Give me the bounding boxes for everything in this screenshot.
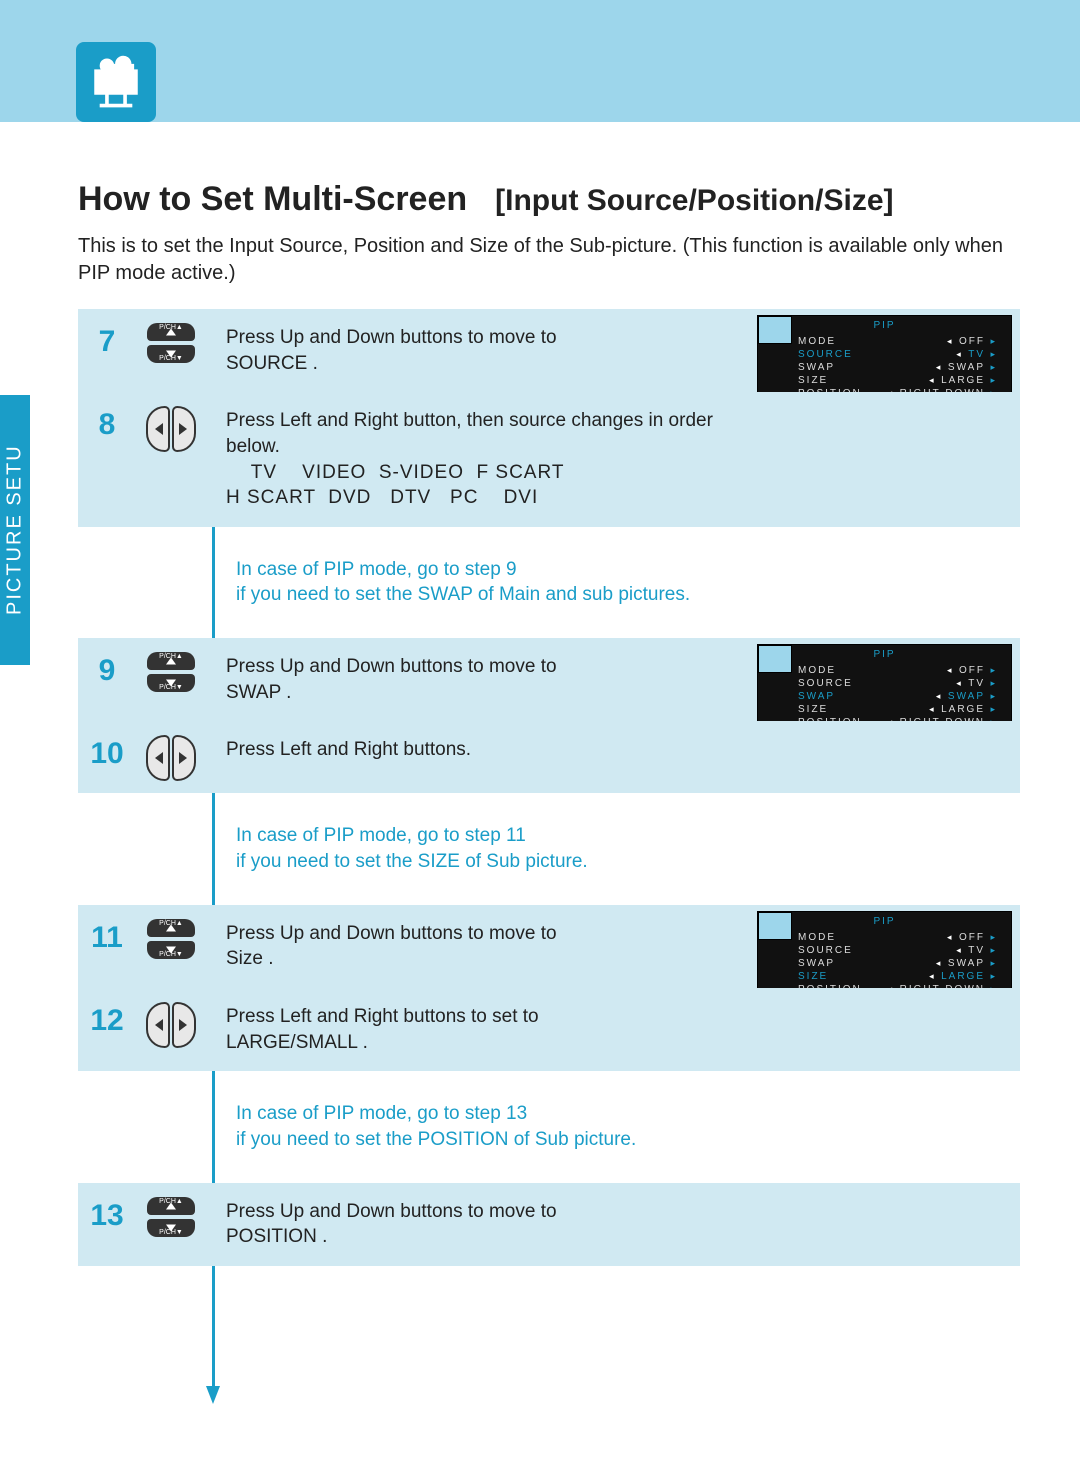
step-number: 12 <box>78 1000 136 1038</box>
leftright-button-icon <box>136 733 206 781</box>
title-subtitle: [Input Source/Position/Size] <box>495 184 893 218</box>
step-11: 11 P/CH▲P/CH▼ Press Up and Down buttons … <box>78 905 1020 988</box>
step-number: 8 <box>78 404 136 442</box>
step-number: 11 <box>78 917 136 955</box>
step-text: Press Up and Down buttons to move to POS… <box>206 1195 1020 1254</box>
step-text: Press Left and Right buttons to set to L… <box>206 1000 1020 1059</box>
note-position: In case of PIP mode, go to step 13 if yo… <box>78 1071 1020 1182</box>
step-text: Press Left and Right buttons. <box>206 733 1020 767</box>
updown-button-icon: P/CH▲P/CH▼ <box>136 917 206 959</box>
title-main: How to Set Multi-Screen <box>78 180 467 219</box>
note-swap: In case of PIP mode, go to step 9 if you… <box>78 527 1020 638</box>
header-bar <box>0 0 1080 122</box>
step-7: 7 P/CH▲P/CH▼ Press Up and Down buttons t… <box>78 309 1020 392</box>
step-number: 9 <box>78 650 136 688</box>
camera-icon <box>76 42 156 122</box>
leftright-button-icon <box>136 404 206 452</box>
step-number: 10 <box>78 733 136 771</box>
step-13: 13 P/CH▲P/CH▼ Press Up and Down buttons … <box>78 1183 1020 1266</box>
step-12: 12 Press Left and Right buttons to set t… <box>78 988 1020 1071</box>
updown-button-icon: P/CH▲P/CH▼ <box>136 1195 206 1237</box>
step-10: 10 Press Left and Right buttons. <box>78 721 1020 793</box>
step-number: 13 <box>78 1195 136 1233</box>
step-number: 7 <box>78 321 136 359</box>
updown-button-icon: P/CH▲P/CH▼ <box>136 321 206 363</box>
leftright-button-icon <box>136 1000 206 1048</box>
step-text: Press Left and Right button, then source… <box>206 404 1020 515</box>
updown-button-icon: P/CH▲P/CH▼ <box>136 650 206 692</box>
step-8: 8 Press Left and Right button, then sour… <box>78 392 1020 527</box>
note-size: In case of PIP mode, go to step 11 if yo… <box>78 793 1020 904</box>
section-tab: PICTURE SETU <box>0 395 30 665</box>
intro-text: This is to set the Input Source, Positio… <box>78 233 1020 287</box>
step-9: 9 P/CH▲P/CH▼ Press Up and Down buttons t… <box>78 638 1020 721</box>
page-title: How to Set Multi-Screen [Input Source/Po… <box>78 180 1020 219</box>
